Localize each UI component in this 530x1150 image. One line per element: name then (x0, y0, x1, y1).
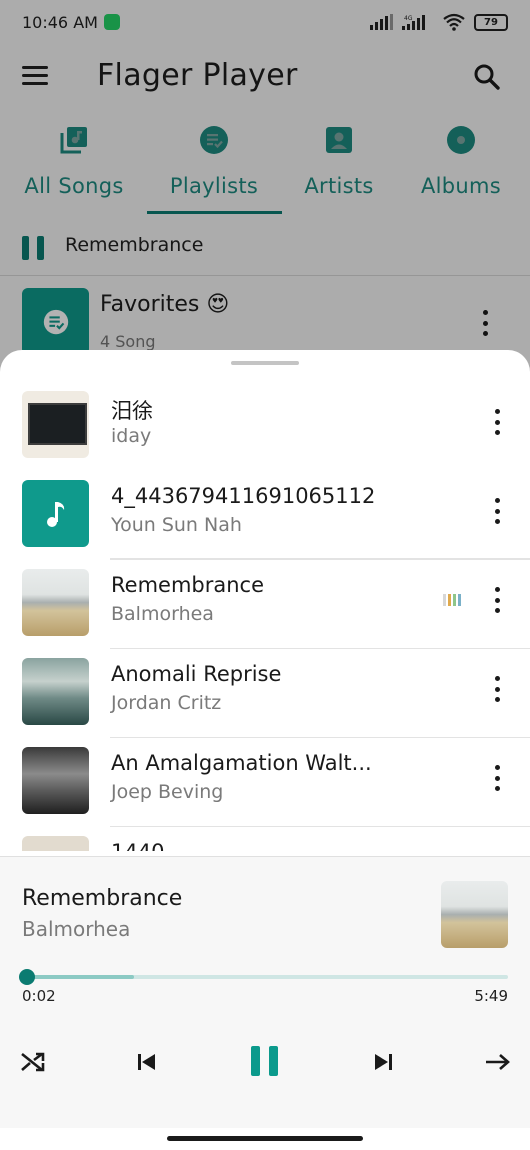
dot (494, 686, 500, 692)
dot (494, 597, 500, 603)
song-more-button[interactable] (487, 498, 507, 524)
player-album-art (441, 881, 508, 948)
album-art (22, 836, 89, 851)
seek-bar[interactable] (19, 969, 508, 985)
song-title: 4_443679411691065112 (111, 484, 376, 508)
eq-bar (443, 594, 446, 606)
dot (494, 697, 500, 702)
song-row[interactable]: Anomali Reprise Jordan Critz (0, 648, 530, 737)
dot (494, 498, 500, 503)
dot (494, 676, 500, 681)
album-art (22, 480, 89, 547)
dot (494, 508, 500, 514)
song-artist: iday (111, 425, 152, 447)
music-note-icon (46, 501, 64, 527)
song-title: 1440 (111, 840, 164, 851)
pause-button[interactable] (251, 1046, 279, 1076)
song-title: Anomali Reprise (111, 662, 282, 686)
song-more-button[interactable] (487, 676, 507, 702)
dot (494, 765, 500, 770)
equalizer-icon (443, 594, 463, 606)
dot (494, 419, 500, 425)
previous-button[interactable] (132, 1047, 162, 1077)
seek-buffer (22, 975, 134, 979)
song-row-playing[interactable]: Remembrance Balmorhea (0, 559, 530, 648)
song-more-button[interactable] (487, 409, 507, 435)
shuffle-icon (21, 1052, 45, 1072)
dot (494, 775, 500, 781)
eq-bar (453, 594, 456, 606)
skip-next-icon (375, 1054, 392, 1070)
mini-player: Remembrance Balmorhea 0:02 5:49 (0, 856, 530, 1128)
queue-list: 汨徐 iday 4_443679411691065112 Youn Sun Na… (0, 381, 530, 851)
current-time: 0:02 (22, 987, 56, 1005)
total-time: 5:49 (474, 987, 508, 1005)
home-indicator[interactable] (167, 1136, 363, 1141)
skip-previous-icon (138, 1054, 155, 1070)
divider (110, 648, 530, 649)
song-artist: Jordan Critz (111, 692, 222, 714)
pause-bar (269, 1046, 278, 1076)
repeat-mode-button[interactable] (483, 1047, 513, 1077)
album-art (22, 747, 89, 814)
song-row[interactable]: 汨徐 iday (0, 381, 530, 470)
song-artist: Youn Sun Nah (111, 514, 242, 536)
song-title: An Amalgamation Walt... (111, 751, 372, 775)
drag-handle[interactable] (231, 361, 299, 365)
song-more-button[interactable] (487, 587, 507, 613)
arrow-right-icon (486, 1054, 510, 1070)
dot (494, 430, 500, 435)
dot (494, 409, 500, 414)
song-artist: Balmorhea (111, 603, 214, 625)
eq-bar (458, 594, 461, 606)
player-title: Remembrance (22, 886, 183, 911)
pause-bar (251, 1046, 260, 1076)
dot (494, 587, 500, 592)
song-row[interactable]: An Amalgamation Walt... Joep Beving (0, 737, 530, 826)
divider (110, 737, 530, 738)
dot (494, 608, 500, 613)
seek-thumb[interactable] (19, 969, 35, 985)
song-artist: Joep Beving (111, 781, 224, 803)
queue-bottom-sheet: 汨徐 iday 4_443679411691065112 Youn Sun Na… (0, 350, 530, 1150)
song-title: Remembrance (111, 573, 265, 597)
album-art (22, 569, 89, 636)
song-row[interactable]: 4_443679411691065112 Youn Sun Nah (0, 470, 530, 559)
album-art (22, 658, 89, 725)
song-row[interactable]: 1440 (0, 826, 530, 851)
dot (494, 786, 500, 791)
divider (110, 559, 530, 560)
dot (494, 519, 500, 524)
next-button[interactable] (368, 1047, 398, 1077)
song-title: 汨徐 (111, 399, 153, 423)
divider (110, 826, 530, 827)
player-artist: Balmorhea (22, 917, 131, 941)
eq-bar (448, 594, 451, 606)
song-more-button[interactable] (487, 765, 507, 791)
shuffle-button[interactable] (18, 1047, 48, 1077)
album-art (22, 391, 89, 458)
